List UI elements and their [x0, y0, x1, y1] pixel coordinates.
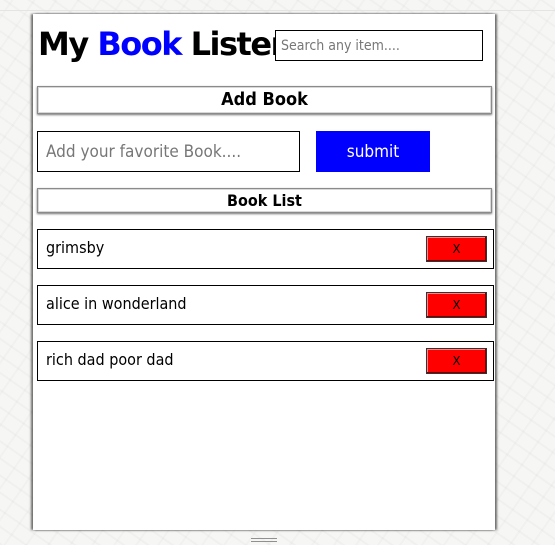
- resize-handle-icon[interactable]: [251, 538, 277, 544]
- title-accent: Book: [97, 25, 182, 63]
- add-book-input[interactable]: [37, 131, 300, 172]
- delete-button[interactable]: X: [426, 236, 487, 262]
- search-input[interactable]: [275, 30, 483, 61]
- book-title: rich dad poor dad: [46, 350, 174, 369]
- app-container: My Book Lister Add Book submit Book List…: [33, 14, 495, 530]
- list-item: rich dad poor dad X: [37, 341, 494, 381]
- list-item: alice in wonderland X: [37, 285, 494, 325]
- title-prefix: My: [38, 25, 98, 63]
- book-list-heading: Book List: [37, 188, 492, 213]
- page-title: My Book Lister: [38, 22, 287, 66]
- book-title: alice in wonderland: [46, 294, 187, 313]
- add-book-heading: Add Book: [37, 86, 492, 114]
- delete-button[interactable]: X: [426, 292, 487, 318]
- title-suffix: Lister: [180, 25, 287, 63]
- book-list: grimsby X alice in wonderland X rich dad…: [37, 229, 494, 397]
- list-item: grimsby X: [37, 229, 494, 269]
- submit-button[interactable]: submit: [316, 131, 430, 172]
- delete-button[interactable]: X: [426, 348, 487, 374]
- browser-top-divider: [0, 10, 555, 11]
- book-title: grimsby: [46, 238, 105, 257]
